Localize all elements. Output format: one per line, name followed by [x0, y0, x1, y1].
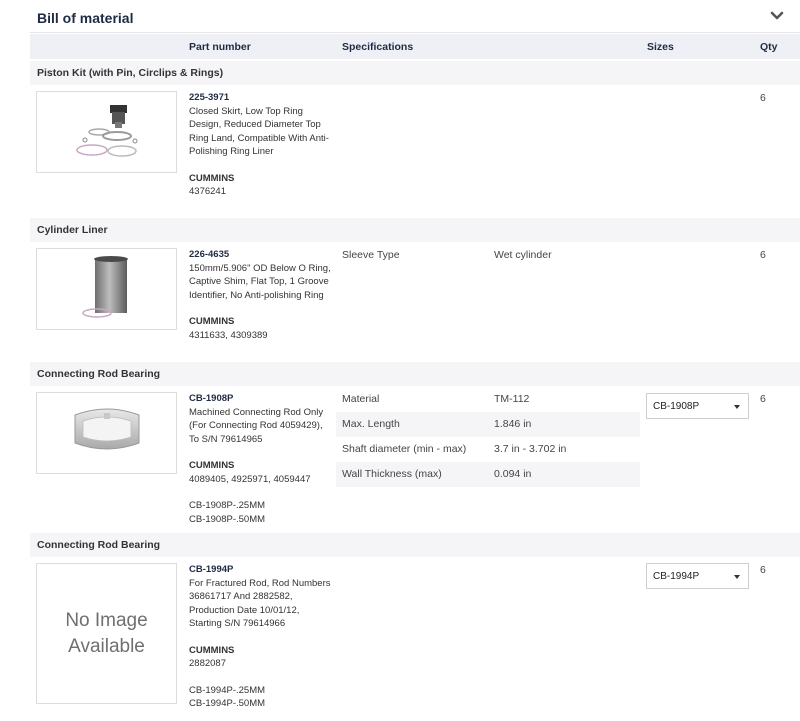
size-variant: CB-1994P-.25MM	[189, 684, 266, 696]
spec-value: 1.846 in	[494, 418, 532, 430]
column-sizes: Sizes	[647, 41, 674, 53]
product-image-placeholder[interactable]: No Image Available	[36, 563, 177, 704]
size-variant: CB-1908P-.25MM	[189, 500, 266, 511]
no-image-text: No Image Available	[65, 608, 147, 660]
product-image-piston-kit[interactable]	[36, 91, 177, 173]
size-variant-list: CB-1908P-.25MM CB-1908P-.50MM	[189, 499, 331, 526]
part-description-text: Closed Skirt, Low Top Ring Design, Reduc…	[189, 105, 329, 158]
quantity-value: 6	[760, 249, 766, 261]
spec-value: 0.094 in	[494, 468, 532, 480]
size-variant-list: CB-1994P-.25MM CB-1994P-.50MM	[189, 684, 331, 711]
column-header-row: Part number Specifications Sizes Qty	[30, 34, 800, 59]
part-description-text: Machined Connecting Rod Only (For Connec…	[189, 406, 324, 445]
rod-bearing-image	[74, 408, 140, 450]
manufacturer-label: CUMMINS	[189, 460, 235, 471]
product-image-cylinder-liner[interactable]	[36, 248, 177, 330]
size-select-value: CB-1994P	[653, 571, 700, 582]
spec-label: Wall Thickness (max)	[342, 468, 442, 480]
spec-row: Sleeve Type Wet cylinder	[336, 243, 640, 268]
section-title: Cylinder Liner	[37, 224, 108, 236]
column-specifications: Specifications	[342, 41, 414, 53]
manufacturer-label: CUMMINS	[189, 172, 235, 184]
manufacturer-label: CUMMINS	[189, 316, 235, 327]
caret-down-icon	[734, 575, 740, 579]
spec-row: Wall Thickness (max) 0.094 in	[336, 462, 640, 487]
oem-numbers: 4311633, 4309389	[189, 329, 268, 341]
column-part-number: Part number	[189, 41, 251, 53]
part-description-text: For Fractured Rod, Rod Numbers 36861717 …	[189, 577, 331, 630]
size-select[interactable]: CB-1994P	[646, 563, 749, 589]
no-image-line: No Image	[65, 609, 148, 631]
spec-row: Max. Length 1.846 in	[336, 412, 640, 437]
panel-title: Bill of material	[37, 10, 134, 26]
oem-numbers: 2882087	[189, 658, 226, 669]
section-header: Cylinder Liner	[30, 218, 800, 242]
section-header: Connecting Rod Bearing	[30, 533, 800, 557]
section-title: Piston Kit (with Pin, Circlips & Rings)	[37, 67, 224, 79]
caret-down-icon	[734, 405, 740, 409]
spec-value: Wet cylinder	[494, 249, 552, 261]
quantity-value: 6	[760, 92, 766, 104]
bill-of-material-header: Bill of material	[30, 0, 800, 33]
quantity-value: 6	[760, 564, 766, 576]
piston-kit-image	[76, 105, 138, 157]
spec-value: TM-112	[494, 393, 530, 405]
section-title: Connecting Rod Bearing	[37, 368, 161, 380]
manufacturer-label: CUMMINS	[189, 644, 235, 656]
spec-row: Shaft diameter (min - max) 3.7 in - 3.70…	[336, 437, 640, 462]
spec-label: Material	[342, 393, 380, 405]
part-number-link[interactable]: 225-3971	[189, 91, 331, 105]
oem-numbers: 4089405, 4925971, 4059447	[189, 473, 311, 485]
part-number-link[interactable]: CB-1908P	[189, 392, 331, 406]
spec-value: 3.7 in - 3.702 in	[494, 443, 567, 455]
section-title: Connecting Rod Bearing	[37, 539, 161, 551]
spec-label: Max. Length	[342, 418, 400, 430]
cylinder-liner-image	[82, 256, 128, 318]
part-description: 226-4635 150mm/5.906" OD Below O Ring, C…	[189, 248, 331, 342]
size-select[interactable]: CB-1908P	[646, 393, 749, 419]
part-description: CB-1994P For Fractured Rod, Rod Numbers …	[189, 563, 331, 711]
spec-row: Material TM-112	[336, 387, 640, 412]
no-image-line: Available	[68, 635, 145, 657]
section-header: Connecting Rod Bearing	[30, 362, 800, 386]
part-number-link[interactable]: 226-4635	[189, 248, 331, 262]
size-select-value: CB-1908P	[653, 401, 700, 412]
size-variant: CB-1994P-.50MM	[189, 698, 266, 709]
quantity-value: 6	[760, 393, 766, 405]
section-header: Piston Kit (with Pin, Circlips & Rings)	[30, 61, 800, 85]
part-number-link[interactable]: CB-1994P	[189, 563, 331, 577]
part-description-text: 150mm/5.906" OD Below O Ring, Captive Sh…	[189, 262, 331, 301]
oem-numbers: 4376241	[189, 186, 226, 197]
spec-label: Shaft diameter (min - max)	[342, 443, 467, 455]
part-description: 225-3971 Closed Skirt, Low Top Ring Desi…	[189, 91, 331, 199]
chevron-down-icon[interactable]	[770, 9, 784, 23]
spec-label: Sleeve Type	[342, 249, 400, 261]
size-variant: CB-1908P-.50MM	[189, 513, 266, 525]
part-description: CB-1908P Machined Connecting Rod Only (F…	[189, 392, 331, 526]
product-image-rod-bearing[interactable]	[36, 392, 177, 474]
column-qty: Qty	[760, 41, 778, 53]
